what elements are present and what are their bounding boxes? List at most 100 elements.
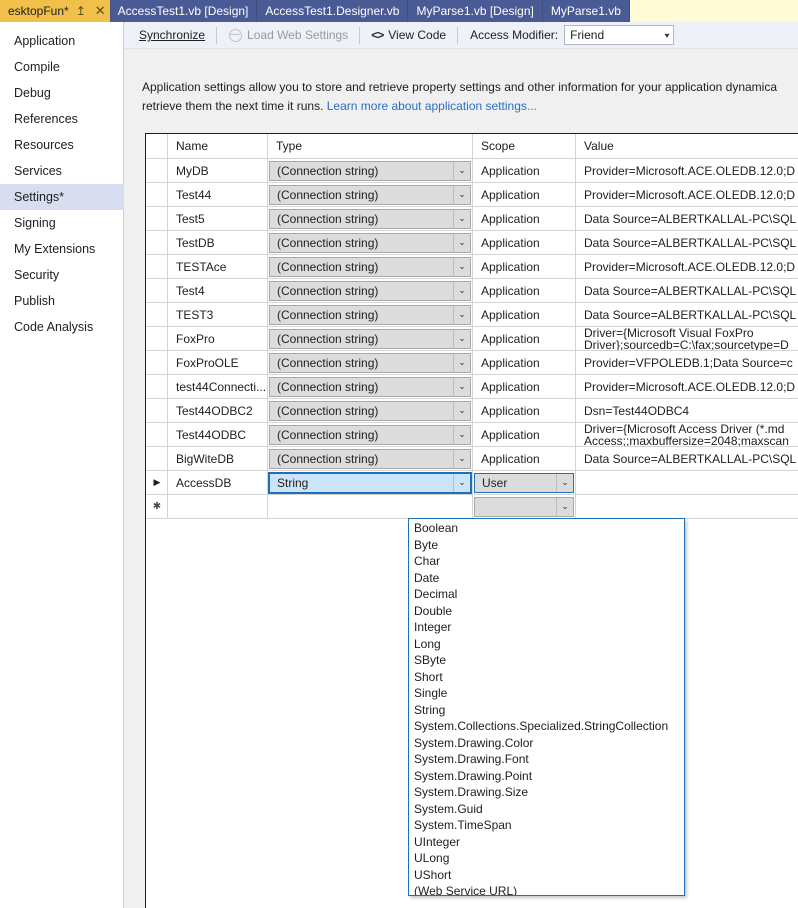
cell-value[interactable]: Data Source=ALBERTKALLAL-PC\SQL — [576, 447, 798, 470]
chevron-down-icon[interactable]: ⌄ — [453, 353, 470, 372]
dropdown-item-13[interactable]: System.Drawing.Color — [409, 735, 684, 752]
type-combobox[interactable]: (Connection string) ⌄ — [269, 160, 471, 181]
sidebar-item-settings[interactable]: Settings* — [0, 184, 134, 210]
cell-value[interactable]: Provider=Microsoft.ACE.OLEDB.12.0;D — [576, 375, 798, 398]
type-combobox[interactable]: (Connection string) ⌄ — [269, 400, 471, 421]
load-web-settings-button[interactable]: Load Web Settings — [221, 24, 355, 46]
dropdown-item-11[interactable]: String — [409, 702, 684, 719]
chevron-down-icon[interactable]: ⌄ — [453, 209, 470, 228]
document-tab-3[interactable]: MyParse1.vb [Design] — [408, 0, 543, 22]
document-tab-4[interactable]: MyParse1.vb — [542, 0, 630, 22]
cell-scope[interactable]: Application — [473, 447, 576, 470]
cell-value[interactable]: Data Source=ALBERTKALLAL-PC\SQL — [576, 279, 798, 302]
chevron-down-icon[interactable]: ⌄ — [556, 473, 573, 492]
type-combobox[interactable]: (Connection string) ⌄ — [269, 448, 471, 469]
cell-scope[interactable]: Application — [473, 375, 576, 398]
sidebar-item-security[interactable]: Security — [0, 262, 123, 288]
access-modifier-combobox[interactable]: Friend ▾ — [564, 25, 675, 45]
type-combobox[interactable]: (Connection string) ⌄ — [269, 304, 471, 325]
row-selector-cell[interactable] — [146, 327, 168, 350]
row-selector-cell[interactable] — [146, 279, 168, 302]
sidebar-item-debug[interactable]: Debug — [0, 80, 123, 106]
table-row[interactable]: AccessDB String ⌄ User ⌄ — [146, 471, 798, 495]
cell-scope[interactable]: Application — [473, 255, 576, 278]
table-row[interactable]: test44Connecti... (Connection string) ⌄ App… — [146, 375, 798, 399]
cell-type[interactable]: (Connection string) ⌄ — [268, 399, 473, 422]
cell-scope[interactable]: Application — [473, 159, 576, 182]
document-tab-2[interactable]: AccessTest1.Designer.vb — [257, 0, 409, 22]
row-selector-cell[interactable] — [146, 399, 168, 422]
cell-type[interactable]: (Connection string) ⌄ — [268, 255, 473, 278]
table-row[interactable]: Test44ODBC2 (Connection string) ⌄ Applicati… — [146, 399, 798, 423]
cell-scope[interactable]: Application — [473, 231, 576, 254]
cell-name[interactable] — [168, 495, 268, 518]
column-header-name[interactable]: Name — [168, 134, 268, 158]
cell-scope[interactable]: Application — [473, 279, 576, 302]
chevron-down-icon[interactable]: ⌄ — [453, 449, 470, 468]
cell-type[interactable]: (Connection string) ⌄ — [268, 327, 473, 350]
cell-value[interactable] — [576, 471, 798, 494]
document-tab-1[interactable]: AccessTest1.vb [Design] — [109, 0, 258, 22]
cell-name[interactable]: test44Connecti... — [168, 375, 268, 398]
type-combobox[interactable]: (Connection string) ⌄ — [269, 328, 471, 349]
cell-value[interactable]: Provider=Microsoft.ACE.OLEDB.12.0;D — [576, 255, 798, 278]
chevron-down-icon[interactable]: ⌄ — [453, 185, 470, 204]
dropdown-item-19[interactable]: UInteger — [409, 834, 684, 851]
type-combobox[interactable]: (Connection string) ⌄ — [269, 256, 471, 277]
chevron-down-icon[interactable]: ⌄ — [453, 401, 470, 420]
scope-combobox[interactable]: User ⌄ — [474, 472, 574, 493]
type-combobox[interactable]: (Connection string) ⌄ — [269, 208, 471, 229]
cell-scope[interactable]: User ⌄ — [473, 471, 576, 494]
table-row[interactable]: Test4 (Connection string) ⌄ Application Data… — [146, 279, 798, 303]
dropdown-item-20[interactable]: ULong — [409, 850, 684, 867]
column-header-selector[interactable] — [146, 134, 168, 158]
cell-name[interactable]: Test4 — [168, 279, 268, 302]
learn-more-link[interactable]: Learn more about application settings... — [327, 99, 537, 113]
dropdown-item-17[interactable]: System.Guid — [409, 801, 684, 818]
table-row[interactable]: BigWiteDB (Connection string) ⌄ Application… — [146, 447, 798, 471]
cell-name[interactable]: Test44ODBC2 — [168, 399, 268, 422]
cell-name[interactable]: Test44ODBC — [168, 423, 268, 446]
sidebar-item-my-extensions[interactable]: My Extensions — [0, 236, 123, 262]
dropdown-item-18[interactable]: System.TimeSpan — [409, 817, 684, 834]
cell-type[interactable]: String ⌄ — [268, 471, 473, 494]
row-selector-cell[interactable] — [146, 495, 168, 518]
cell-name[interactable]: TEST3 — [168, 303, 268, 326]
type-combobox[interactable]: (Connection string) ⌄ — [269, 424, 471, 445]
type-combobox[interactable]: String ⌄ — [268, 471, 472, 494]
type-combobox[interactable]: (Connection string) ⌄ — [269, 280, 471, 301]
cell-scope[interactable]: Application — [473, 183, 576, 206]
close-icon[interactable]: ✕ — [95, 0, 106, 22]
chevron-down-icon[interactable]: ⌄ — [453, 473, 470, 492]
table-row[interactable]: Test44ODBC (Connection string) ⌄ Applicatio… — [146, 423, 798, 447]
cell-value[interactable]: Provider=Microsoft.ACE.OLEDB.12.0;D — [576, 159, 798, 182]
dropdown-item-14[interactable]: System.Drawing.Font — [409, 751, 684, 768]
type-combobox[interactable]: (Connection string) ⌄ — [269, 232, 471, 253]
sidebar-item-references[interactable]: References — [0, 106, 123, 132]
cell-type[interactable]: (Connection string) ⌄ — [268, 183, 473, 206]
document-tab-0[interactable]: esktopFun* ↥ ✕ — [0, 0, 110, 22]
dropdown-item-7[interactable]: Long — [409, 636, 684, 653]
row-selector-cell[interactable] — [146, 303, 168, 326]
cell-scope[interactable]: Application — [473, 423, 576, 446]
chevron-down-icon[interactable]: ⌄ — [453, 257, 470, 276]
dropdown-item-1[interactable]: Byte — [409, 537, 684, 554]
column-header-value[interactable]: Value — [576, 134, 798, 158]
cell-name[interactable]: TESTAce — [168, 255, 268, 278]
cell-type[interactable]: (Connection string) ⌄ — [268, 279, 473, 302]
dropdown-item-16[interactable]: System.Drawing.Size — [409, 784, 684, 801]
cell-scope[interactable]: Application — [473, 327, 576, 350]
chevron-down-icon[interactable]: ⌄ — [556, 497, 573, 516]
column-header-scope[interactable]: Scope — [473, 134, 576, 158]
cell-name[interactable]: FoxProOLE — [168, 351, 268, 374]
cell-scope[interactable]: Application — [473, 351, 576, 374]
column-header-type[interactable]: Type — [268, 134, 473, 158]
row-selector-cell[interactable] — [146, 375, 168, 398]
sidebar-item-publish[interactable]: Publish — [0, 288, 123, 314]
chevron-down-icon[interactable]: ⌄ — [453, 281, 470, 300]
cell-name[interactable]: FoxPro — [168, 327, 268, 350]
table-row[interactable]: TESTAce (Connection string) ⌄ Application Pr… — [146, 255, 798, 279]
row-selector-cell[interactable] — [146, 207, 168, 230]
sidebar-item-signing[interactable]: Signing — [0, 210, 123, 236]
cell-name[interactable]: TestDB — [168, 231, 268, 254]
